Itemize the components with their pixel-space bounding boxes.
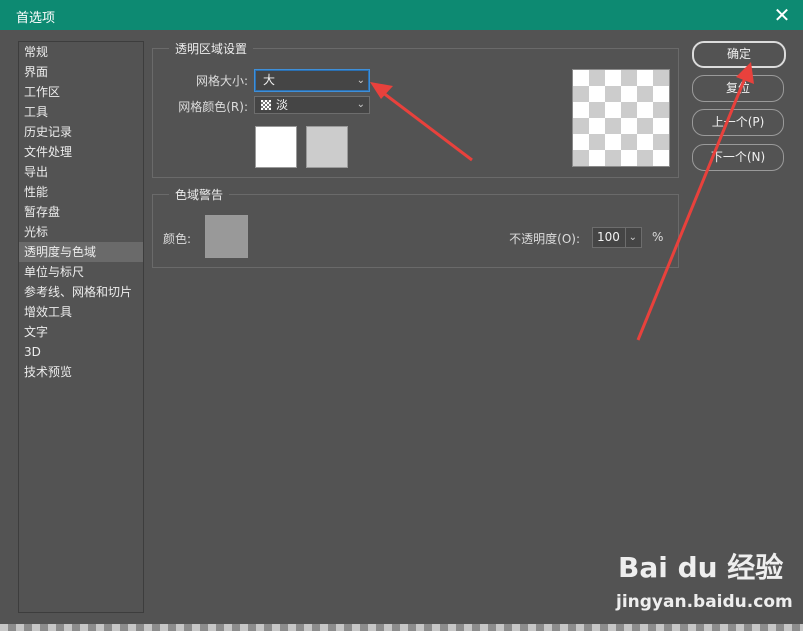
arrow-to-grid-size [370, 82, 473, 162]
watermark-brand: Bai du 经验 [618, 551, 784, 584]
annotation-arrows [370, 62, 754, 341]
watermark-url: jingyan.baidu.com [616, 592, 793, 612]
arrow-to-ok-button [636, 62, 754, 341]
